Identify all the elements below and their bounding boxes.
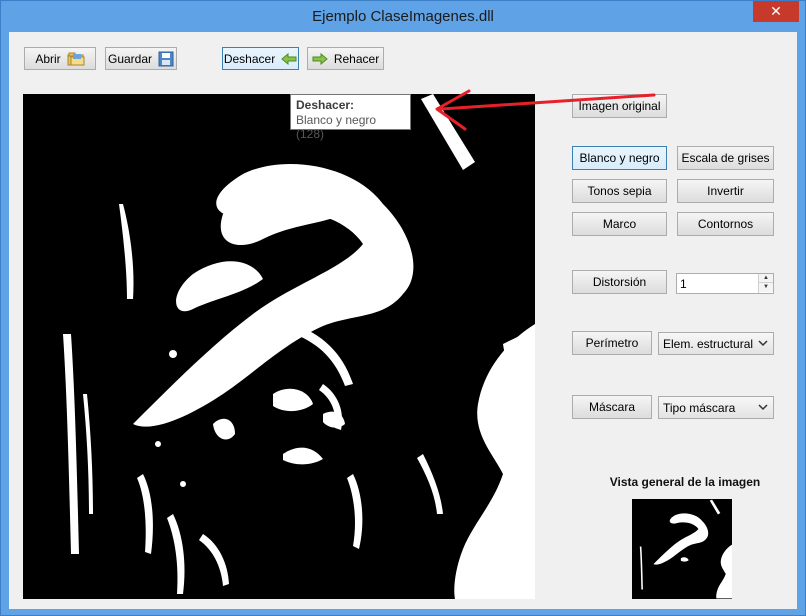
undo-tooltip: Deshacer: Blanco y negro (128) [290, 94, 411, 141]
main-image[interactable] [23, 94, 535, 599]
right-arrow-icon [312, 52, 328, 65]
black-white-button[interactable]: Blanco y negro [572, 146, 667, 170]
save-icon [158, 51, 174, 67]
stepper-arrows[interactable]: ▲ ▼ [758, 274, 773, 293]
undo-button-label: Deshacer [223, 51, 276, 66]
overview-label: Vista general de la imagen [609, 475, 761, 489]
title-bar[interactable]: Ejemplo ClaseImagenes.dll ✕ [1, 1, 805, 32]
chevron-down-icon [757, 400, 769, 414]
invert-button[interactable]: Invertir [677, 179, 774, 203]
tooltip-title: Deshacer: [296, 98, 355, 112]
stepper-up-icon[interactable]: ▲ [759, 274, 773, 283]
window-title: Ejemplo ClaseImagenes.dll [312, 8, 494, 25]
perimeter-button[interactable]: Perímetro [572, 331, 652, 355]
tooltip-text: Blanco y negro (128) [296, 113, 377, 141]
folder-icon [67, 51, 85, 67]
mask-type-value: Tipo máscara [663, 401, 736, 415]
mask-type-select[interactable]: Tipo máscara [658, 396, 774, 419]
save-button[interactable]: Guardar [105, 47, 177, 70]
open-button[interactable]: Abrir [24, 47, 96, 70]
redo-button-label: Rehacer [333, 51, 380, 66]
close-button[interactable]: ✕ [753, 1, 799, 22]
chevron-down-icon [757, 336, 769, 350]
undo-button[interactable]: Deshacer [222, 47, 299, 70]
mask-button[interactable]: Máscara [572, 395, 652, 419]
distortion-value: 1 [680, 277, 687, 291]
annotation-arrow-icon [435, 89, 656, 131]
structural-element-value: Elem. estructural [663, 337, 754, 351]
structural-element-select[interactable]: Elem. estructural [658, 332, 774, 355]
save-button-label: Guardar [107, 51, 153, 66]
contours-button[interactable]: Contornos [677, 212, 774, 236]
frame-button[interactable]: Marco [572, 212, 667, 236]
stepper-down-icon[interactable]: ▼ [759, 283, 773, 292]
left-arrow-icon [281, 52, 297, 65]
distortion-button[interactable]: Distorsión [572, 270, 667, 294]
redo-button[interactable]: Rehacer [307, 47, 384, 70]
overview-thumbnail[interactable] [632, 499, 732, 599]
sepia-button[interactable]: Tonos sepia [572, 179, 667, 203]
grayscale-button[interactable]: Escala de grises [677, 146, 774, 170]
open-button-label: Abrir [35, 51, 61, 66]
client-area: Abrir Guardar Deshacer Rehacer Imagen or… [9, 32, 797, 609]
distortion-stepper[interactable]: 1 ▲ ▼ [676, 273, 774, 294]
app-window: Ejemplo ClaseImagenes.dll ✕ Abrir Guarda… [0, 0, 806, 616]
